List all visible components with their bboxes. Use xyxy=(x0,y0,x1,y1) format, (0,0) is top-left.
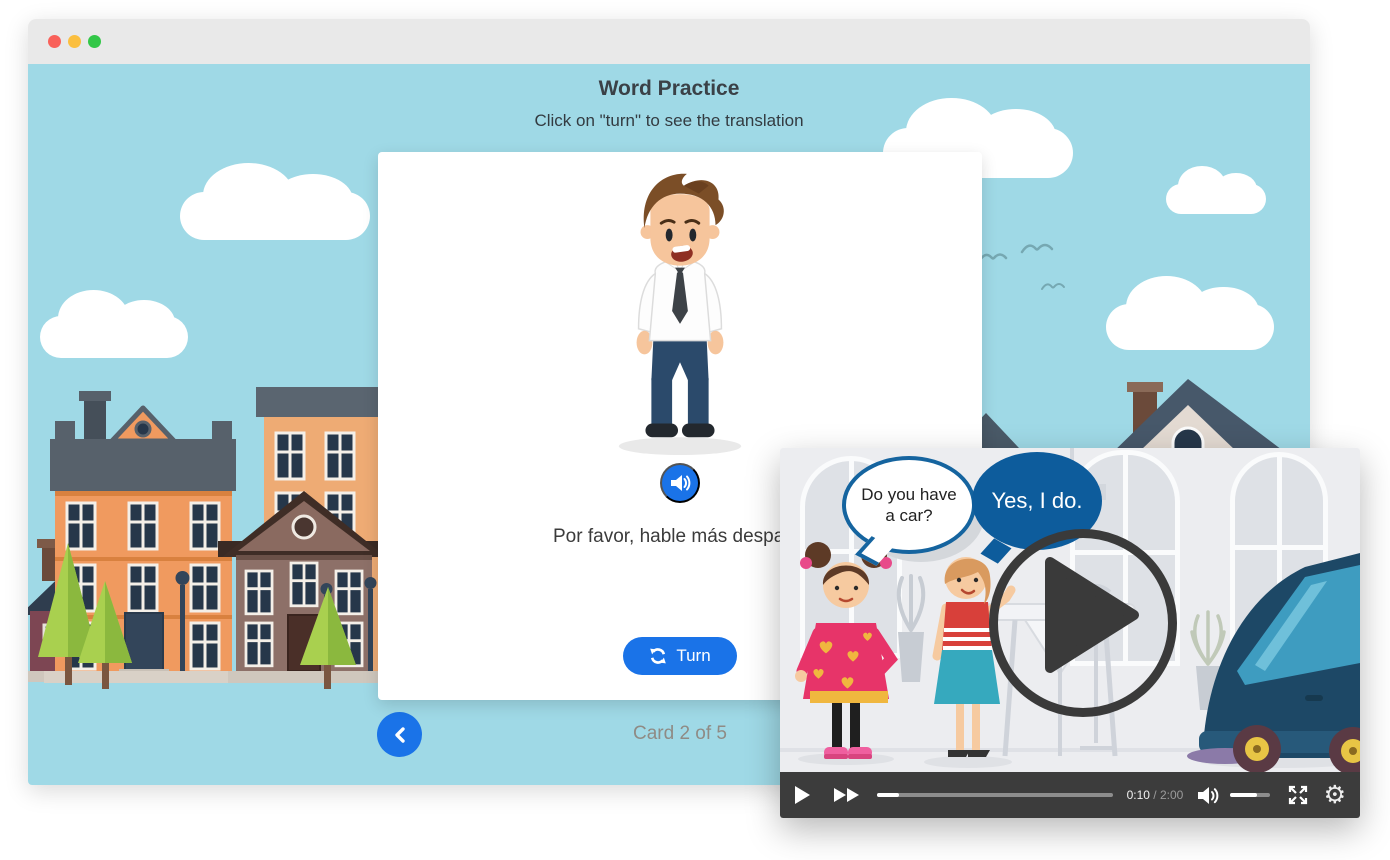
play-button[interactable] xyxy=(794,785,811,805)
volume-icon xyxy=(1197,786,1221,805)
progress-played xyxy=(877,793,899,797)
man-illustration xyxy=(595,163,765,459)
turn-button[interactable]: Turn xyxy=(623,637,737,675)
volume-level xyxy=(1230,793,1257,797)
turn-button-label: Turn xyxy=(676,646,710,666)
bird-icon xyxy=(1040,280,1068,292)
bird-icon xyxy=(1020,240,1060,255)
gear-icon: ⚙ xyxy=(1324,781,1346,809)
cloud xyxy=(40,316,188,358)
volume-button[interactable] xyxy=(1197,786,1221,805)
screenshot-stage: Word Practice Click on "turn" to see the… xyxy=(0,0,1390,860)
video-controls-bar: 0:10 / 2:00 ⚙ xyxy=(780,772,1360,818)
page-subtitle: Click on "turn" to see the translation xyxy=(28,111,1310,131)
fast-forward-icon xyxy=(833,787,861,803)
speaker-icon xyxy=(669,472,691,494)
big-play-icon[interactable] xyxy=(1042,556,1142,676)
refresh-icon xyxy=(649,647,667,665)
minimize-button[interactable] xyxy=(68,35,81,48)
bird-icon xyxy=(978,250,1012,263)
fullscreen-button[interactable] xyxy=(1287,784,1309,806)
video-scene: Do you havea car? Yes, I do. xyxy=(780,448,1360,772)
close-button[interactable] xyxy=(48,35,61,48)
speech-bubble-question: Do you havea car? xyxy=(842,456,976,554)
cloud xyxy=(1166,184,1266,214)
audio-button[interactable] xyxy=(660,463,700,503)
volume-slider[interactable] xyxy=(1230,793,1269,797)
cloud xyxy=(1106,304,1274,350)
fast-forward-button[interactable] xyxy=(833,787,861,803)
settings-button[interactable]: ⚙ xyxy=(1324,783,1346,808)
zoom-button[interactable] xyxy=(88,35,101,48)
time-display: 0:10 / 2:00 xyxy=(1127,788,1184,802)
fullscreen-icon xyxy=(1287,784,1309,806)
page-title: Word Practice xyxy=(28,77,1310,101)
cloud xyxy=(180,192,370,240)
car-illustration xyxy=(1185,553,1360,772)
girl-character xyxy=(788,541,913,766)
video-player: Do you havea car? Yes, I do. 0:10 / 2:00 xyxy=(780,448,1360,818)
progress-bar[interactable] xyxy=(877,793,1113,797)
window-titlebar xyxy=(28,19,1310,64)
play-icon xyxy=(794,785,811,805)
